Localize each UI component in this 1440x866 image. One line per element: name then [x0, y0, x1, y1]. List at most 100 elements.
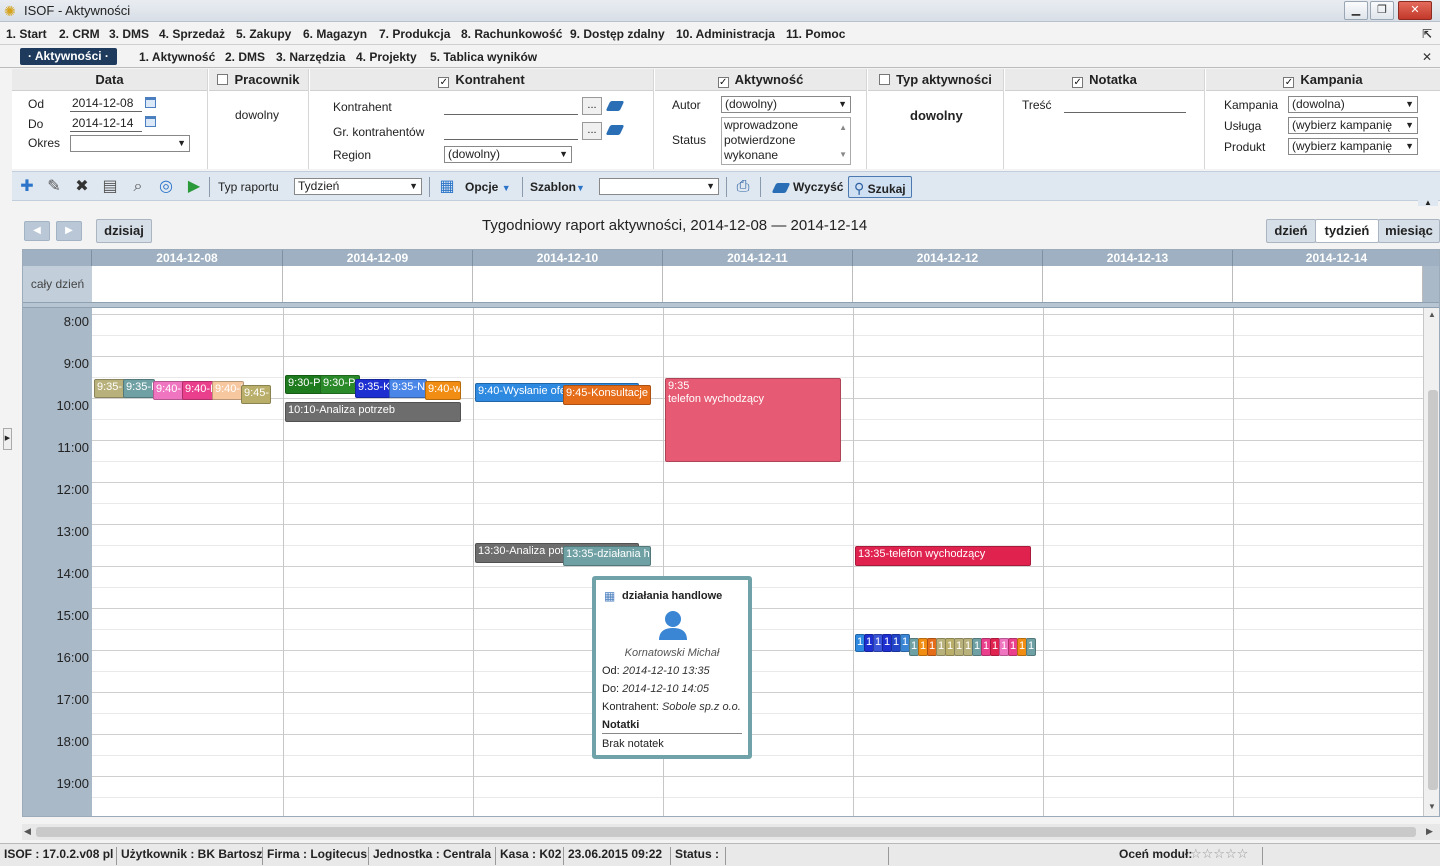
status-listbox[interactable]: wprowadzone potwierdzone wykonane ▲ ▼	[721, 117, 851, 165]
print-icon[interactable]: ⎙	[734, 178, 752, 196]
allday-cell[interactable]	[283, 266, 473, 302]
scroll-up-icon[interactable]: ▲	[1428, 310, 1436, 319]
event-block[interactable]: 9:45-Ko	[241, 385, 271, 404]
allday-scrollbar[interactable]	[1423, 266, 1439, 302]
event-block[interactable]: 13:35-działania handlowe	[563, 546, 651, 566]
od-input[interactable]: 2014-12-08	[70, 96, 142, 112]
event-block[interactable]: 9:35-Ko	[355, 379, 391, 398]
scroll-thumb[interactable]	[36, 827, 1416, 837]
minimize-button[interactable]: ▁	[1344, 1, 1368, 20]
allday-cell[interactable]	[473, 266, 663, 302]
allday-cell[interactable]	[663, 266, 853, 302]
scroll-right-icon[interactable]: ▶	[1426, 826, 1433, 837]
export-icon[interactable]: ▶	[185, 178, 203, 196]
scroll-thumb[interactable]	[1428, 390, 1438, 790]
submenu-narzedzia[interactable]: 3. Narzędzia	[276, 50, 345, 64]
event-block[interactable]: 10:10-Analiza potrzeb	[285, 402, 461, 422]
grid-icon[interactable]: ▦	[438, 178, 456, 196]
event-block[interactable]: 9:45-Konsultacje	[563, 385, 651, 405]
add-icon[interactable]: ✚	[18, 178, 36, 196]
menu-crm[interactable]: 2. CRM	[59, 27, 100, 41]
collapse-icon[interactable]: ▲	[1418, 199, 1438, 207]
do-input[interactable]: 2014-12-14	[70, 116, 142, 132]
event-block[interactable]: 9:35-Ko	[123, 379, 155, 398]
kampania-select[interactable]: (dowolna) ▼	[1288, 96, 1418, 113]
view-week-button[interactable]: tydzień	[1315, 219, 1379, 243]
menu-pomoc[interactable]: 11. Pomoc	[786, 27, 845, 41]
szukaj-button[interactable]: ⚲ Szukaj	[848, 176, 912, 198]
scroll-down-icon[interactable]: ▼	[1428, 802, 1436, 811]
calendar-icon[interactable]	[145, 97, 156, 108]
event-block[interactable]: 9:30-Prz	[285, 375, 325, 394]
event-block-mini[interactable]: 1	[1026, 638, 1036, 656]
szablon-button[interactable]: Szablon▼	[530, 176, 585, 198]
close-window-button[interactable]: ✕	[1398, 1, 1432, 20]
usluga-select[interactable]: (wybierz kampanię ▼	[1288, 117, 1418, 134]
typ-raportu-select[interactable]: Tydzień ▼	[294, 178, 422, 195]
vertical-scrollbar[interactable]: ▲ ▼	[1424, 308, 1439, 816]
menu-rachunkowosc[interactable]: 8. Rachunkowość	[461, 27, 562, 41]
status-option[interactable]: potwierdzone	[724, 133, 850, 148]
kontrahent-browse-button[interactable]: ...	[582, 97, 602, 115]
opcje-button[interactable]: Opcje ▼	[465, 176, 511, 198]
view-month-button[interactable]: miesiąc	[1378, 219, 1440, 243]
side-expand-icon[interactable]: ▶	[3, 428, 12, 450]
submenu-aktywnosc[interactable]: 1. Aktywność	[139, 50, 215, 64]
event-block-large[interactable]: 9:35 telefon wychodzący	[665, 378, 841, 462]
scroll-left-icon[interactable]: ◀	[24, 826, 31, 837]
rating-stars[interactable]: ☆☆☆☆☆	[1190, 846, 1248, 862]
menu-dms[interactable]: 3. DMS	[109, 27, 149, 41]
tresc-input[interactable]	[1064, 97, 1186, 113]
menu-dostep-zdalny[interactable]: 9. Dostęp zdalny	[570, 27, 665, 41]
wyczysc-button[interactable]: Wyczyść	[793, 176, 843, 198]
event-block[interactable]: 13:35-telefon wychodzący	[855, 546, 1031, 566]
event-block[interactable]: 9:40-Ko	[182, 381, 214, 400]
pracownik-checkbox[interactable]	[217, 74, 229, 85]
menu-sprzedaz[interactable]: 4. Sprzedaż	[159, 27, 225, 41]
szablon-select[interactable]: ▼	[599, 178, 719, 195]
tab-aktywnosci[interactable]: · Aktywności ·	[20, 48, 117, 65]
scroll-up-icon[interactable]: ▲	[839, 120, 847, 135]
allday-cell[interactable]	[853, 266, 1043, 302]
kontrahent-checkbox[interactable]: ✓	[438, 77, 450, 88]
kampania-checkbox[interactable]: ✓	[1283, 77, 1295, 88]
typ-checkbox[interactable]	[879, 74, 891, 85]
maximize-button[interactable]: ❐	[1370, 1, 1394, 20]
gr-kontrahentow-browse-button[interactable]: ...	[582, 122, 602, 140]
menu-magazyn[interactable]: 6. Magazyn	[303, 27, 367, 41]
kontrahent-input[interactable]	[444, 99, 578, 115]
copy-icon[interactable]: ▤	[101, 178, 119, 196]
event-block[interactable]: 9:40-Ko	[212, 381, 244, 400]
today-button[interactable]: dzisiaj	[96, 219, 152, 243]
edit-icon[interactable]: ✎	[45, 178, 63, 196]
okres-select[interactable]: ▼	[70, 135, 190, 152]
submenu-tablica-wynikow[interactable]: 5. Tablica wyników	[430, 50, 537, 64]
event-block[interactable]: 9:40-wy	[425, 381, 461, 400]
link-icon[interactable]: ◎	[157, 178, 175, 196]
gr-kontrahentow-input[interactable]	[444, 124, 578, 140]
eraser-icon[interactable]	[771, 183, 791, 193]
calendar-icon[interactable]	[145, 116, 156, 127]
menu-administracja[interactable]: 10. Administracja	[676, 27, 775, 41]
popout-icon[interactable]: ⇱	[1420, 27, 1434, 41]
close-tab-icon[interactable]: ✕	[1420, 50, 1434, 64]
aktywnosc-checkbox[interactable]: ✓	[717, 77, 729, 88]
status-option[interactable]: wykonane	[724, 148, 850, 163]
preview-icon[interactable]: ⌕	[129, 178, 147, 196]
menu-zakupy[interactable]: 5. Zakupy	[236, 27, 291, 41]
submenu-projekty[interactable]: 4. Projekty	[356, 50, 417, 64]
produkt-select[interactable]: (wybierz kampanię ▼	[1288, 138, 1418, 155]
allday-separator[interactable]	[23, 302, 1439, 308]
delete-icon[interactable]: ✖	[73, 178, 91, 196]
menu-produkcja[interactable]: 7. Produkcja	[379, 27, 450, 41]
autor-select[interactable]: (dowolny) ▼	[721, 96, 851, 113]
event-block[interactable]: 9:40-Ko	[153, 381, 185, 400]
eraser-icon[interactable]	[605, 101, 625, 111]
event-block[interactable]: 9:35-Ko	[94, 379, 126, 398]
prev-week-button[interactable]: ◀	[24, 221, 50, 241]
event-block[interactable]: 9:35-Ne	[389, 379, 427, 398]
horizontal-scrollbar[interactable]: ◀ ▶	[22, 824, 1440, 840]
scroll-down-icon[interactable]: ▼	[839, 147, 847, 162]
menu-start[interactable]: 1. Start	[6, 27, 47, 41]
allday-cell[interactable]	[1043, 266, 1233, 302]
